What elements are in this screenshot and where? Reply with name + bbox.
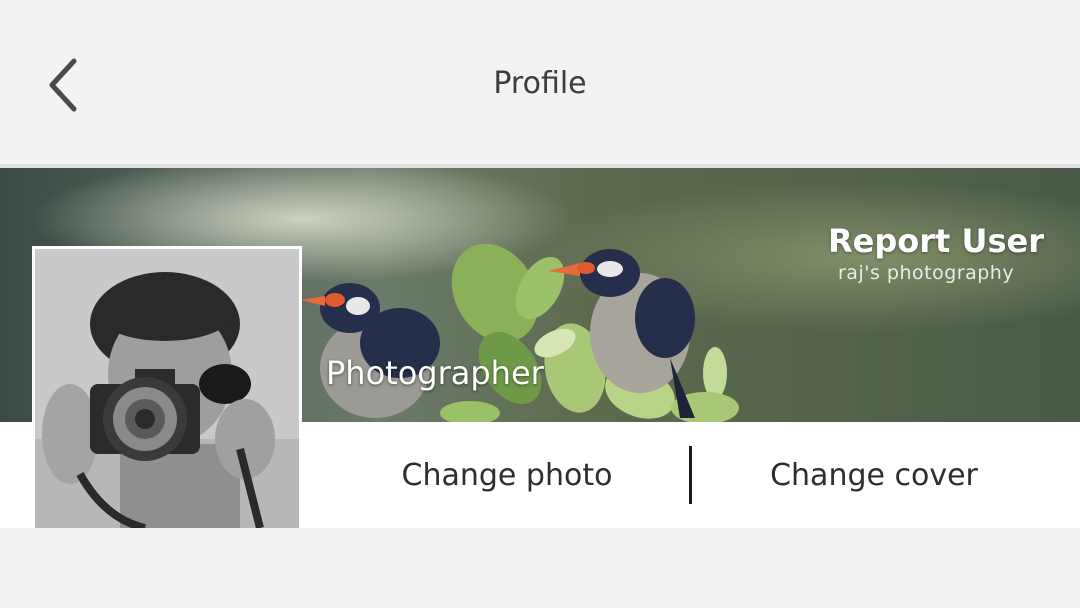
user-occupation: Photographer	[326, 354, 544, 392]
app-header: Profile	[0, 0, 1080, 164]
change-photo-button[interactable]: Change photo	[322, 448, 692, 504]
cover-watermark: raj's photography	[838, 262, 1015, 284]
change-cover-button[interactable]: Change cover	[692, 448, 1056, 504]
profile-photo-illustration	[35, 249, 299, 528]
avatar[interactable]	[32, 246, 302, 528]
page-title: Profile	[493, 66, 587, 101]
report-user-button[interactable]: Report User	[828, 222, 1044, 260]
